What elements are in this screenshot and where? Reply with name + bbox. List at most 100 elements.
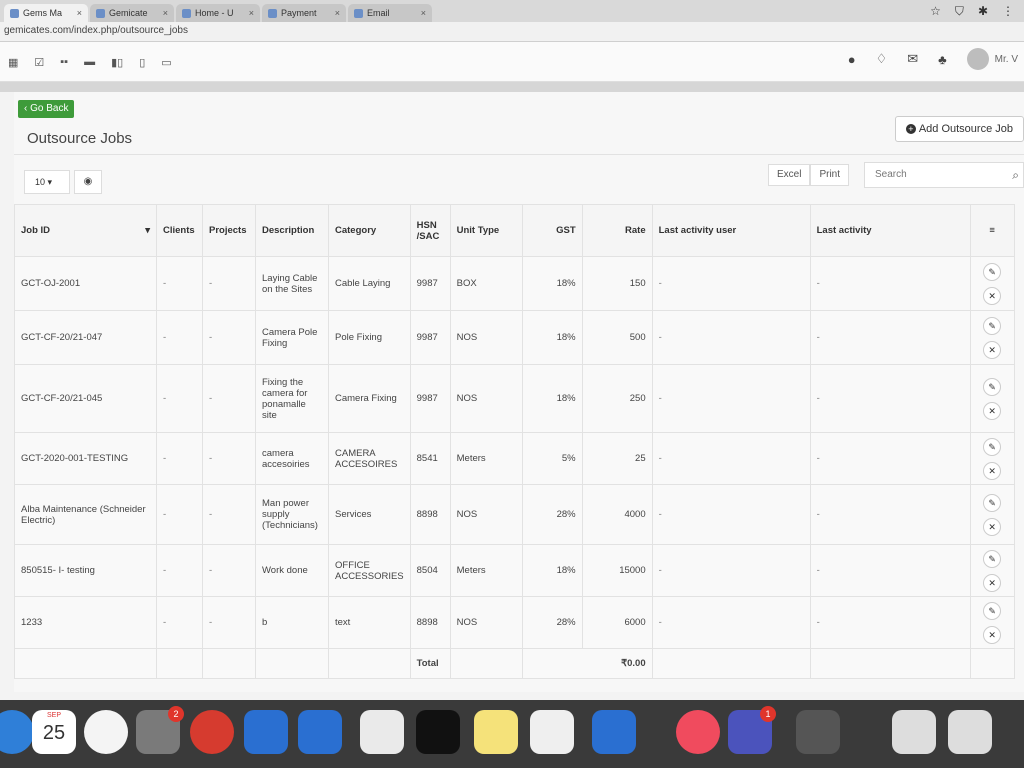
column-header[interactable]: Category [328,204,411,257]
hamburger-menu-icon[interactable]: ≡ [989,225,995,236]
sort-icon[interactable]: ▾ [145,225,150,236]
column-header[interactable]: Last activity user [651,204,811,257]
document-thumbnail-icon[interactable] [892,710,936,754]
edit-icon[interactable]: ✎ [983,437,1002,456]
total-value: ₹0.00 [521,648,653,679]
table-cell-description: Laying Cable on the Sites [255,256,329,311]
page-size-select[interactable]: 10 ▾ [24,170,70,194]
delete-icon[interactable]: ✕ [983,625,1002,644]
delete-icon[interactable]: ✕ [983,573,1002,592]
edit-icon[interactable]: ✎ [983,549,1002,568]
briefcase-icon[interactable]: ▬ [84,56,95,69]
music-icon[interactable] [676,710,720,754]
table-cell-user: - [651,484,811,545]
delete-icon[interactable]: ✕ [983,401,1002,420]
chrome-icon[interactable] [190,710,234,754]
column-header[interactable]: Rate [581,204,653,257]
edit-icon[interactable]: ✎ [983,316,1002,335]
tab-favicon-icon [354,8,363,18]
table-cell-hsn: 8898 [409,596,451,649]
column-menu[interactable]: ≡ [969,204,1015,257]
instruments-icon[interactable] [298,710,342,754]
globe-icon[interactable]: ● [848,52,856,67]
safari-icon[interactable] [0,710,34,754]
table-cell-activity: - [809,484,971,545]
address-bar[interactable]: gemicates.com/index.php/outsource_jobs [0,22,1024,42]
dashboard-icon[interactable]: ▦ [8,56,18,69]
grid-icon[interactable]: ▪▪ [60,56,68,69]
column-header[interactable]: Unit Type [449,204,523,257]
tab-favicon-icon [268,8,277,18]
eye-icon: ◉ [83,176,93,187]
table-cell-job-id: 1233 [14,596,157,649]
edit-icon[interactable]: ✎ [983,262,1002,281]
row-actions: ✎ ✕ [969,310,1015,365]
mail-icon[interactable]: ✉ [907,51,918,67]
table-cell-unit: NOS [449,364,523,433]
url-text[interactable]: gemicates.com/index.php/outsource_jobs [4,25,188,36]
monitor-icon[interactable]: ▭ [161,56,171,69]
close-icon[interactable]: × [249,8,254,18]
avatar[interactable] [966,48,989,70]
close-icon[interactable]: × [335,8,340,18]
table-cell-projects: - [202,544,256,597]
delete-icon[interactable]: ✕ [983,461,1002,480]
browser-tab[interactable]: Gemicate × [90,4,174,22]
go-back-button[interactable]: ‹ Go Back [18,100,75,118]
team-icon[interactable]: ♣ [938,52,947,67]
close-icon[interactable]: × [163,8,168,18]
calendar-icon[interactable]: SEP 25 [32,710,76,754]
browser-tab[interactable]: Payment × [262,4,346,22]
shield-icon[interactable]: ⛉ [955,4,964,19]
game-dice-icon[interactable] [530,710,574,754]
menu-dots-icon[interactable]: ⋮ [1002,4,1014,19]
bell-icon[interactable]: ♢ [876,51,888,67]
edit-icon[interactable]: ✎ [983,377,1002,396]
edit-icon[interactable]: ✎ [983,601,1002,620]
username[interactable]: Mr. V [995,54,1018,65]
photos-icon[interactable] [84,710,128,754]
table-cell-projects: - [202,310,256,365]
table-cell-unit: BOX [449,256,523,311]
column-header[interactable]: GST [521,204,583,257]
column-header[interactable]: HSN /SAC [409,204,451,257]
export-buttons: Excel Print [768,164,850,186]
document-thumbnail-icon[interactable] [948,710,992,754]
browser-tab[interactable]: Email × [348,4,432,22]
delete-icon[interactable]: ✕ [983,517,1002,536]
export-print-button[interactable]: Print [810,164,850,186]
column-header[interactable]: Job ID ▾ [14,204,157,257]
document-icon[interactable]: ▯ [139,56,145,69]
search-input[interactable]: Search ⌕ [864,162,1024,188]
browser-tab[interactable]: Home - U × [176,4,260,22]
column-header[interactable]: Projects [202,204,256,257]
tasks-icon[interactable]: ☑ [34,56,44,69]
system-preferences-icon[interactable]: 2 [136,706,184,754]
teams-icon[interactable]: 1 [728,706,776,754]
numbers-icon[interactable] [796,710,840,754]
extension-icon[interactable]: ✱ [978,4,988,19]
close-icon[interactable]: × [77,8,82,18]
table-cell-rate: 500 [581,310,653,365]
export-excel-button[interactable]: Excel [768,164,811,186]
star-icon[interactable]: ☆ [930,4,941,19]
table-cell-category: text [328,596,411,649]
xcode-icon[interactable] [244,710,288,754]
column-header[interactable]: Description [255,204,329,257]
delete-icon[interactable]: ✕ [983,286,1002,305]
edit-icon[interactable]: ✎ [983,493,1002,512]
column-header[interactable]: Clients [156,204,203,257]
close-icon[interactable]: × [421,8,426,18]
column-header[interactable]: Last activity [809,204,971,257]
table-cell-rate: 25 [581,432,653,485]
search-icon[interactable]: ⌕ [1012,163,1019,187]
add-outsource-job-button[interactable]: + Add Outsource Job [894,116,1024,142]
browser-tab[interactable]: Gems Ma × [4,4,88,22]
column-visibility-button[interactable]: ◉ [74,170,102,194]
textedit-icon[interactable] [360,710,404,754]
terminal-icon[interactable] [416,710,460,754]
chart-icon[interactable]: ▮▯ [111,56,123,69]
delete-icon[interactable]: ✕ [983,340,1002,359]
simulator-icon[interactable] [592,710,636,754]
notes-icon[interactable] [474,710,518,754]
